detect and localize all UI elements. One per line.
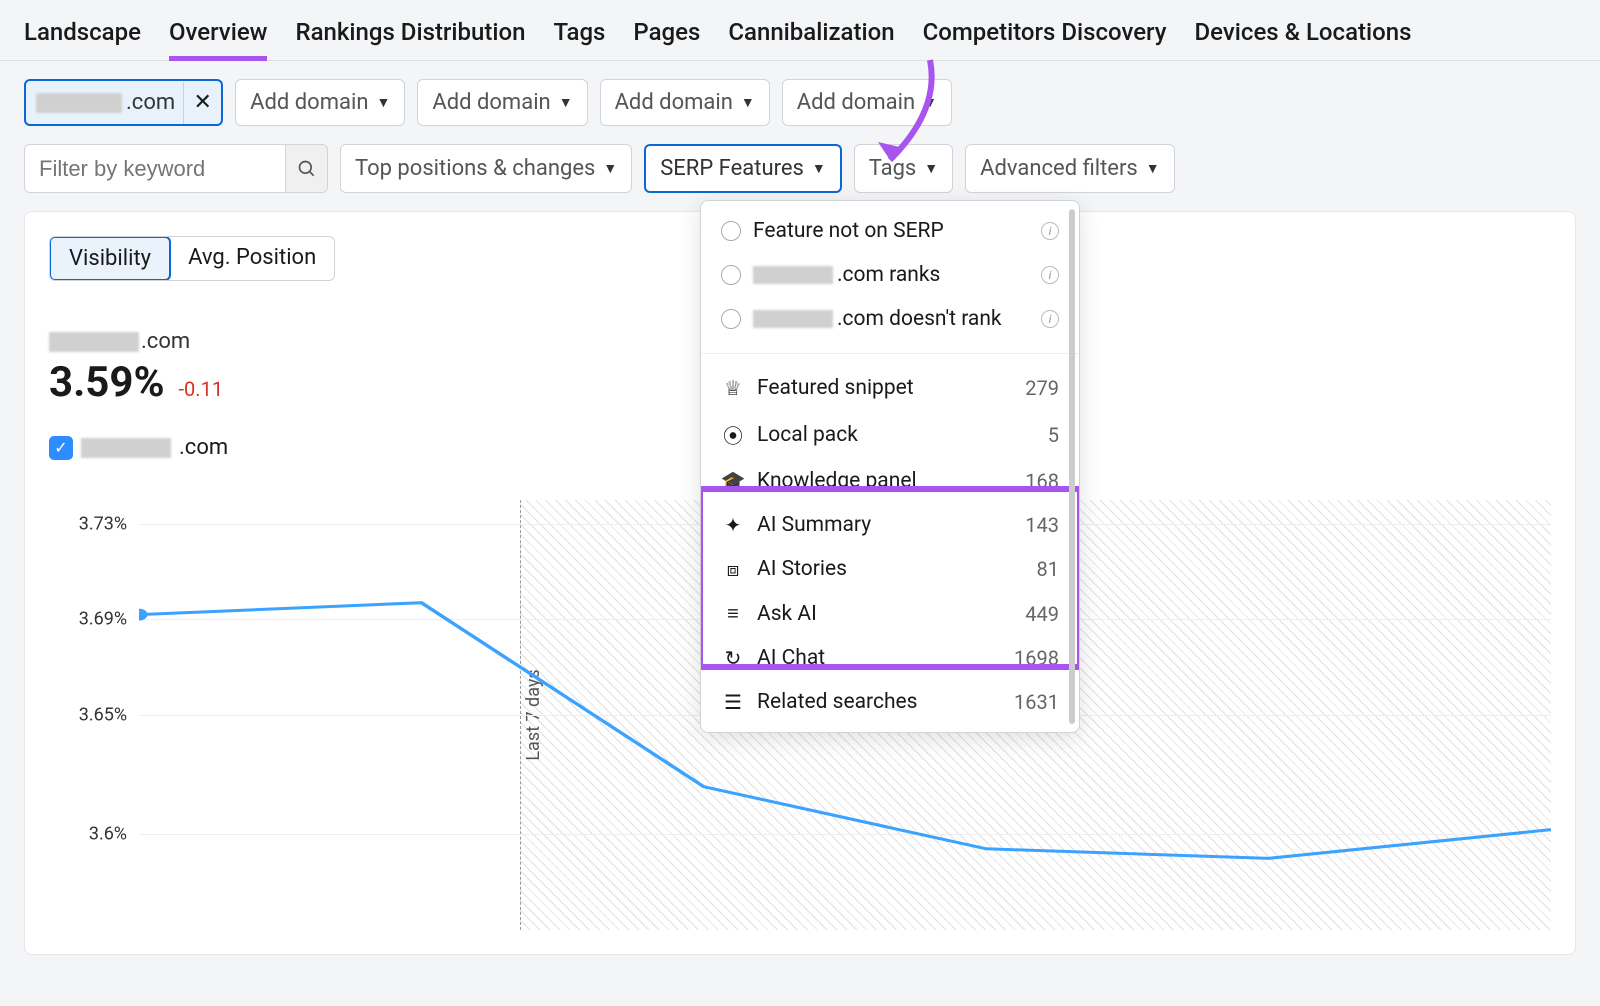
tab-overview[interactable]: Overview [169,18,268,60]
serp-radio-option[interactable]: Feature not on SERPi [701,209,1079,253]
feature-count: 81 [1037,557,1059,581]
serp-feature-item[interactable]: ☰Related searches1631 [701,680,1079,724]
tab-landscape[interactable]: Landscape [24,18,141,60]
feature-count: 279 [1025,376,1059,400]
info-icon[interactable]: i [1041,310,1059,328]
graduation-icon: 🎓 [721,469,745,493]
redacted-domain [81,438,171,458]
y-axis-tick: 3.69% [79,609,127,630]
serp-features-filter[interactable]: SERP Features▼ [644,144,841,193]
domain-suffix: .com [126,90,183,115]
top-positions-filter[interactable]: Top positions & changes▼ [340,144,632,193]
primary-domain-chip[interactable]: .com ✕ [24,79,223,126]
refresh-icon: ↻ [721,646,745,670]
chevron-down-icon: ▼ [1146,160,1160,177]
add-domain-button-3[interactable]: Add domain▼ [600,79,770,126]
search-button[interactable] [285,145,327,192]
radio-icon [721,309,741,329]
feature-count: 168 [1025,469,1059,493]
serp-radio-option[interactable]: .com doesn't ranki [701,297,1079,341]
dashed-box-icon: ⧈ [721,557,745,581]
tab-pages[interactable]: Pages [633,18,700,60]
radio-icon [721,265,741,285]
chevron-down-icon: ▼ [603,160,617,177]
redacted-domain [36,93,122,113]
feature-count: 5 [1048,423,1059,447]
feature-count: 449 [1025,602,1059,626]
serp-feature-item[interactable]: 🎓Knowledge panel168 [701,459,1079,503]
keyword-filter [24,144,328,193]
chevron-down-icon: ▼ [559,94,573,111]
chevron-down-icon: ▼ [741,94,755,111]
checkbox-checked-icon[interactable]: ✓ [49,436,73,460]
domain-row: .com ✕ Add domain▼ Add domain▼ Add domai… [0,61,1600,144]
close-icon[interactable]: ✕ [183,82,221,124]
add-domain-button-2[interactable]: Add domain▼ [417,79,587,126]
tags-filter[interactable]: Tags▼ [854,144,953,193]
feature-count: 143 [1025,513,1059,537]
chevron-down-icon: ▼ [812,160,826,177]
chevron-down-icon: ▼ [924,160,938,177]
tab-cannibalization[interactable]: Cannibalization [728,18,894,60]
lines-sparkle-icon: ≡ [721,601,745,626]
segment-avg-position[interactable]: Avg. Position [170,237,334,280]
serp-feature-item[interactable]: ✦AI Summary143 [701,503,1079,547]
keyword-filter-input[interactable] [25,145,285,192]
metric-delta: -0.11 [179,377,224,401]
serp-feature-item[interactable]: ↻AI Chat1698 [701,636,1079,680]
scrollbar[interactable] [1069,209,1075,724]
tab-tags[interactable]: Tags [553,18,605,60]
y-axis-tick: 3.6% [89,824,127,845]
advanced-filters[interactable]: Advanced filters▼ [965,144,1175,193]
serp-features-dropdown: Feature not on SERPi.com ranksi.com does… [700,200,1080,733]
feature-count: 1698 [1014,646,1059,670]
list-icon: ☰ [721,690,745,714]
y-axis-tick: 3.73% [79,513,127,534]
y-axis-tick: 3.65% [79,705,127,726]
top-tabs: Landscape Overview Rankings Distribution… [0,0,1600,61]
serp-radio-option[interactable]: .com ranksi [701,253,1079,297]
chevron-down-icon: ▼ [377,94,391,111]
tab-competitors-discovery[interactable]: Competitors Discovery [923,18,1167,60]
feature-count: 1631 [1014,690,1059,714]
serp-feature-item[interactable]: ⧈AI Stories81 [701,547,1079,591]
info-icon[interactable]: i [1041,266,1059,284]
chevron-down-icon: ▼ [923,94,937,111]
crown-icon: ♕ [721,376,745,400]
tab-devices-locations[interactable]: Devices & Locations [1195,18,1412,60]
pin-icon: ⦿ [721,420,745,449]
metric-toggle: Visibility Avg. Position [49,236,335,281]
info-icon[interactable]: i [1041,222,1059,240]
serp-feature-item[interactable]: ≡Ask AI449 [701,591,1079,636]
add-domain-button-1[interactable]: Add domain▼ [235,79,405,126]
serp-feature-item[interactable]: ⦿Local pack5 [701,410,1079,459]
search-icon [297,159,317,179]
segment-visibility[interactable]: Visibility [49,236,171,281]
add-domain-button-4[interactable]: Add domain▼ [782,79,952,126]
tab-rankings-distribution[interactable]: Rankings Distribution [295,18,525,60]
serp-feature-item[interactable]: ♕Featured snippet279 [701,366,1079,410]
radio-icon [721,221,741,241]
sparkle-icon: ✦ [721,513,745,537]
